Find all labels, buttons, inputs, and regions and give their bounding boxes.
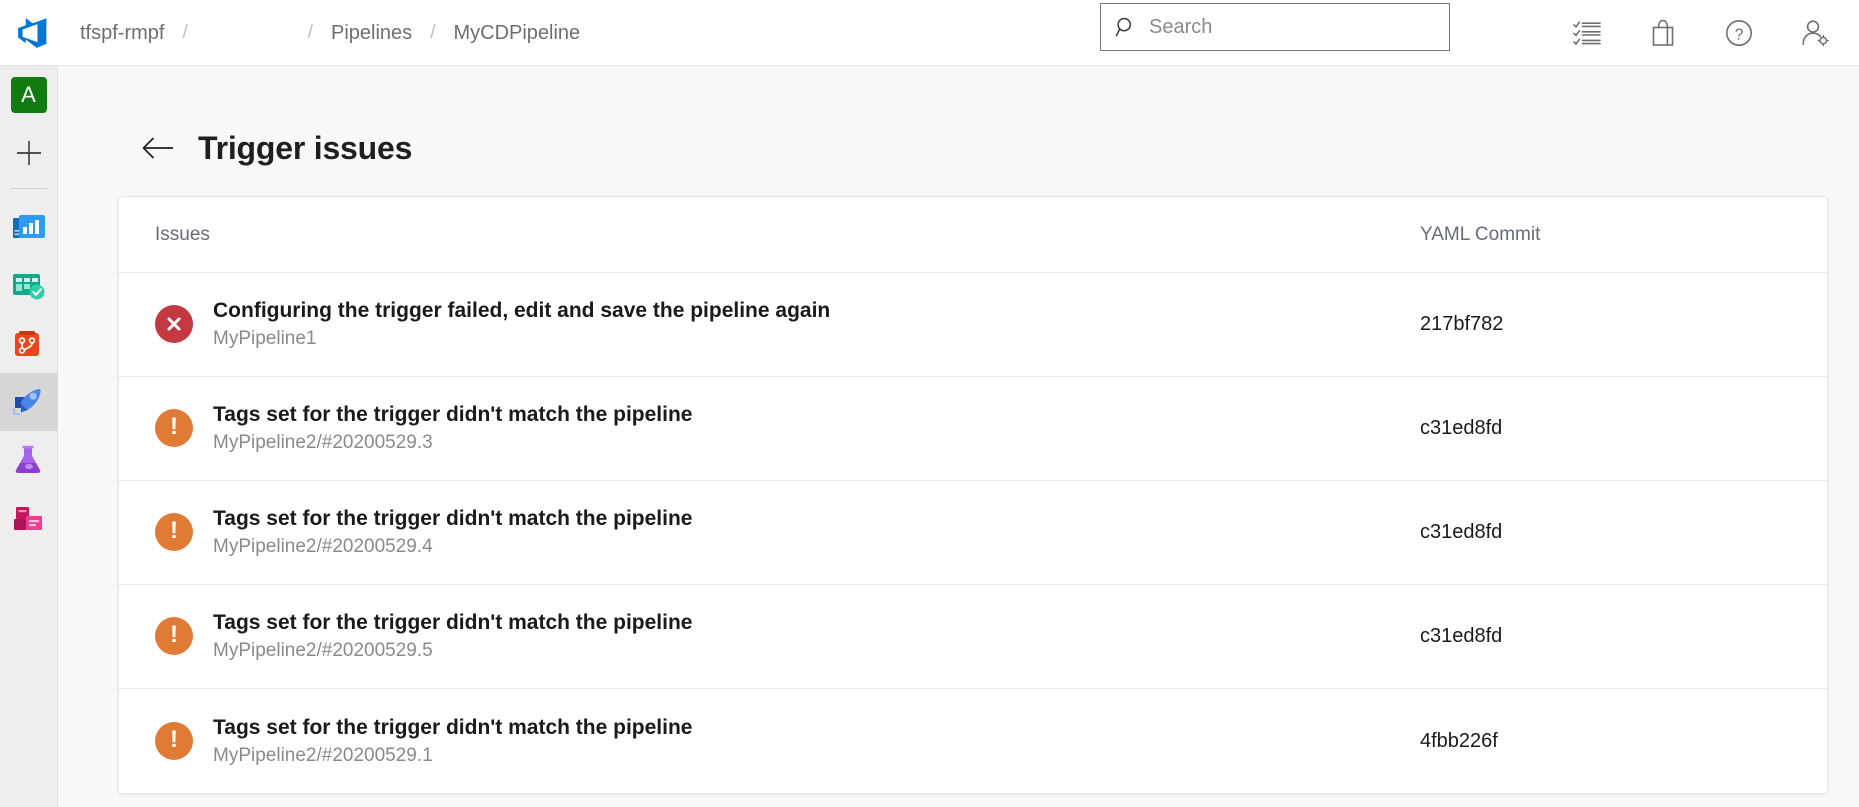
left-nav-rail: A: [0, 66, 58, 807]
help-question-icon: ?: [1725, 19, 1753, 47]
table-header-row: Issues YAML Commit: [119, 197, 1827, 273]
azure-devops-logo[interactable]: [0, 0, 66, 66]
issue-subtitle: MyPipeline2/#20200529.4: [213, 536, 692, 558]
svg-text:?: ?: [1735, 26, 1744, 43]
column-header-yaml-commit[interactable]: YAML Commit: [1420, 224, 1827, 246]
yaml-commit-value[interactable]: 217bf782: [1420, 313, 1827, 336]
issue-text: Configuring the trigger failed, edit and…: [213, 299, 830, 350]
user-settings-button[interactable]: [1795, 13, 1835, 53]
page-header: Trigger issues: [58, 66, 1859, 182]
test-plans-flask-icon: [11, 444, 47, 476]
sidebar-item-pipelines[interactable]: [0, 373, 58, 431]
header-actions: ?: [1567, 0, 1835, 66]
work-items-icon: [1573, 20, 1601, 46]
issue-title: Configuring the trigger failed, edit and…: [213, 299, 830, 323]
table-row[interactable]: Configuring the trigger failed, edit and…: [119, 273, 1827, 377]
sidebar-item-repos[interactable]: [0, 315, 58, 373]
exclamation-icon: !: [170, 623, 178, 647]
breadcrumb: tfspf-rmpf / / Pipelines / MyCDPipeline: [66, 0, 594, 66]
breadcrumb-separator: /: [178, 0, 191, 66]
sidebar-item-artifacts[interactable]: [0, 489, 58, 547]
marketplace-button[interactable]: [1643, 13, 1683, 53]
table-row[interactable]: ! Tags set for the trigger didn't match …: [119, 689, 1827, 793]
issue-title: Tags set for the trigger didn't match th…: [213, 716, 692, 740]
breadcrumb-separator: /: [304, 0, 317, 66]
repos-branch-icon: [11, 328, 47, 360]
work-items-button[interactable]: [1567, 13, 1607, 53]
issue-title: Tags set for the trigger didn't match th…: [213, 507, 692, 531]
table-row[interactable]: ! Tags set for the trigger didn't match …: [119, 377, 1827, 481]
plus-icon: [14, 138, 44, 168]
exclamation-icon: !: [170, 415, 178, 439]
column-header-issues[interactable]: Issues: [155, 224, 1420, 246]
error-status-icon: [155, 305, 193, 343]
sidebar-item-test-plans[interactable]: [0, 431, 58, 489]
back-arrow-icon: [141, 136, 175, 160]
boards-icon: [11, 270, 47, 302]
rail-divider: [11, 188, 47, 189]
yaml-commit-value[interactable]: c31ed8fd: [1420, 417, 1827, 440]
issue-cell: ! Tags set for the trigger didn't match …: [155, 507, 1420, 558]
issue-title: Tags set for the trigger didn't match th…: [213, 611, 692, 635]
sidebar-item-boards[interactable]: [0, 257, 58, 315]
pipelines-rocket-icon: [11, 386, 47, 418]
issue-title: Tags set for the trigger didn't match th…: [213, 403, 692, 427]
breadcrumb-separator: /: [426, 0, 439, 66]
warning-status-icon: !: [155, 722, 193, 760]
yaml-commit-value[interactable]: c31ed8fd: [1420, 625, 1827, 648]
issue-cell: ! Tags set for the trigger didn't match …: [155, 716, 1420, 767]
breadcrumb-item-organization[interactable]: tfspf-rmpf: [66, 0, 178, 66]
issue-subtitle: MyPipeline2/#20200529.1: [213, 745, 692, 767]
sidebar-item-overview[interactable]: [0, 199, 58, 257]
project-avatar[interactable]: A: [0, 66, 58, 124]
search-input-placeholder[interactable]: Search: [1149, 4, 1212, 50]
issues-table-card: Issues YAML Commit Configuring the trigg…: [118, 196, 1828, 794]
issue-text: Tags set for the trigger didn't match th…: [213, 716, 692, 767]
overview-dashboard-icon: [11, 212, 47, 244]
issue-text: Tags set for the trigger didn't match th…: [213, 611, 692, 662]
page-title: Trigger issues: [198, 130, 412, 167]
issue-cell: Configuring the trigger failed, edit and…: [155, 299, 1420, 350]
issue-subtitle: MyPipeline2/#20200529.5: [213, 640, 692, 662]
search-box[interactable]: Search: [1100, 3, 1450, 51]
back-button[interactable]: [140, 130, 176, 166]
issue-text: Tags set for the trigger didn't match th…: [213, 403, 692, 454]
close-x-icon: [165, 315, 183, 333]
exclamation-icon: !: [170, 519, 178, 543]
avatar: A: [11, 77, 47, 113]
help-button[interactable]: ?: [1719, 13, 1759, 53]
breadcrumb-item-mycdpipeline[interactable]: MyCDPipeline: [439, 0, 594, 66]
yaml-commit-value[interactable]: 4fbb226f: [1420, 730, 1827, 753]
issue-text: Tags set for the trigger didn't match th…: [213, 507, 692, 558]
yaml-commit-value[interactable]: c31ed8fd: [1420, 521, 1827, 544]
azure-devops-logo-icon: [16, 16, 50, 50]
issue-cell: ! Tags set for the trigger didn't match …: [155, 403, 1420, 454]
top-header-bar: tfspf-rmpf / / Pipelines / MyCDPipeline …: [0, 0, 1859, 66]
search-icon: [1115, 16, 1137, 38]
warning-status-icon: !: [155, 513, 193, 551]
main-content: Trigger issues Issues YAML Commit Config…: [58, 66, 1859, 807]
artifacts-boxes-icon: [11, 502, 47, 534]
user-settings-icon: [1800, 19, 1830, 47]
new-item-button[interactable]: [0, 124, 58, 182]
issue-subtitle: MyPipeline1: [213, 328, 830, 350]
warning-status-icon: !: [155, 617, 193, 655]
marketplace-bag-icon: [1650, 19, 1676, 47]
issue-cell: ! Tags set for the trigger didn't match …: [155, 611, 1420, 662]
issue-subtitle: MyPipeline2/#20200529.3: [213, 432, 692, 454]
warning-status-icon: !: [155, 409, 193, 447]
breadcrumb-item-pipelines[interactable]: Pipelines: [317, 0, 426, 66]
exclamation-icon: !: [170, 728, 178, 752]
table-row[interactable]: ! Tags set for the trigger didn't match …: [119, 585, 1827, 689]
table-row[interactable]: ! Tags set for the trigger didn't match …: [119, 481, 1827, 585]
